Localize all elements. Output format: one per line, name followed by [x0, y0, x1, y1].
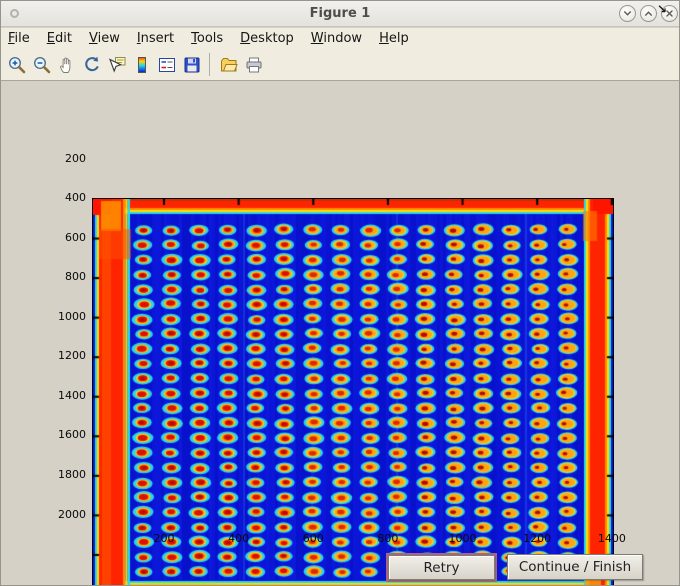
plate-image[interactable] — [92, 198, 614, 585]
x-tick-label: 1000 — [448, 532, 477, 545]
x-tick-label: 1400 — [597, 532, 626, 545]
y-tick-label: 1800 — [58, 467, 86, 481]
pan-icon[interactable] — [54, 52, 79, 77]
chevron-up-icon — [645, 11, 652, 16]
zoom-in-icon[interactable] — [4, 52, 29, 77]
y-tick-label: 1400 — [58, 388, 86, 402]
y-tick-label: 1200 — [58, 349, 86, 363]
y-tick-label: 400 — [65, 191, 86, 205]
rotate-3d-icon[interactable] — [79, 52, 104, 77]
x-tick-label: 200 — [153, 532, 175, 545]
print-icon[interactable] — [241, 52, 266, 77]
titlebar: Figure 1 — [1, 1, 679, 27]
toolbar-separator — [209, 53, 210, 76]
y-tick-label: 200 — [65, 151, 86, 165]
menu-window[interactable]: Window — [311, 31, 362, 46]
menubar-overflow-arrow[interactable]: ↘ — [657, 2, 667, 16]
menu-help[interactable]: Help — [379, 31, 409, 46]
legend-icon[interactable] — [154, 52, 179, 77]
figure-canvas-area — [1, 81, 679, 585]
continue-finish-button[interactable]: Continue / Finish — [507, 554, 643, 580]
menu-edit[interactable]: Edit — [47, 31, 72, 46]
data-cursor-icon[interactable] — [104, 52, 129, 77]
retry-button-focus-ring: Retry — [386, 553, 497, 582]
colorbar-icon[interactable] — [129, 52, 154, 77]
menu-desktop[interactable]: Desktop — [240, 31, 294, 46]
x-tick-label: 400 — [228, 532, 250, 545]
x-tick-label: 800 — [377, 532, 399, 545]
maximize-button[interactable] — [640, 5, 657, 22]
zoom-out-icon[interactable] — [29, 52, 54, 77]
menubar: File Edit View Insert Tools Desktop Window Help — [1, 28, 679, 49]
window-title: Figure 1 — [309, 6, 371, 21]
chevron-down-icon — [624, 11, 631, 16]
toolbar — [1, 49, 679, 81]
menu-insert[interactable]: Insert — [137, 31, 174, 46]
figure-window: Figure 1 File Edit View Insert Tools Desktop W… — [0, 0, 680, 586]
minimize-button[interactable] — [619, 5, 636, 22]
x-tick-label: 600 — [302, 532, 324, 545]
y-tick-label: 2000 — [58, 507, 86, 521]
save-icon[interactable] — [179, 52, 204, 77]
menu-view[interactable]: View — [89, 31, 120, 46]
retry-button[interactable]: Retry — [388, 555, 495, 580]
open-folder-icon[interactable] — [216, 52, 241, 77]
menu-file[interactable]: File — [8, 31, 30, 46]
y-tick-label: 1600 — [58, 428, 86, 442]
menu-tools[interactable]: Tools — [191, 31, 223, 46]
x-tick-label: 1200 — [523, 532, 552, 545]
y-tick-label: 600 — [65, 230, 86, 244]
y-tick-label: 800 — [65, 270, 86, 284]
y-tick-label: 1000 — [58, 309, 86, 323]
